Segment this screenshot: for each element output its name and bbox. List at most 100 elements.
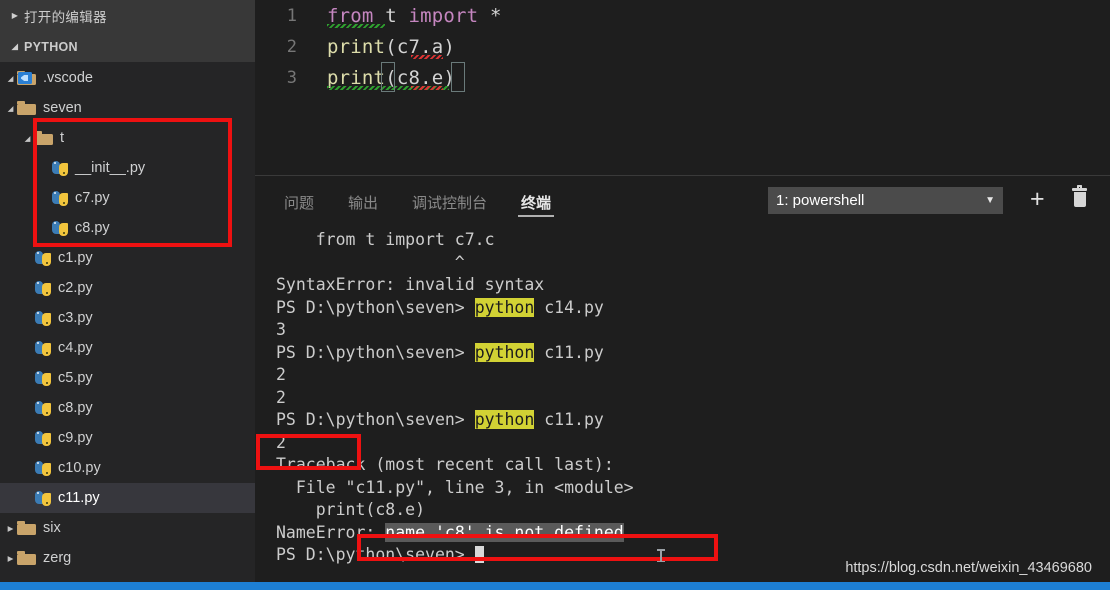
twisty-spacer: ▶ (21, 404, 34, 413)
chevron-right-icon[interactable]: ▶ (4, 554, 17, 563)
terminal-text: PS D:\python\seven> (276, 410, 475, 429)
twisty-spacer: ▶ (21, 314, 34, 323)
bracket-match-close (451, 61, 465, 92)
tree-item-vscode[interactable]: ◢ .vscode (0, 63, 255, 93)
tree-item-label: c10.py (58, 459, 101, 476)
chevron-right-icon[interactable]: ▶ (4, 524, 17, 533)
warning-squiggle (327, 23, 385, 28)
python-file-icon (34, 400, 51, 417)
tree-item-label: .vscode (43, 69, 93, 86)
terminal-selector-dropdown[interactable]: 1: powershell ▼ (768, 187, 1003, 214)
python-file-icon (34, 280, 51, 297)
tree-item-label: c8.py (75, 219, 110, 236)
vscode-folder-icon (17, 71, 36, 85)
panel-tab-bar: 问题 输出 调试控制台 终端 1: powershell ▼ + (255, 176, 1110, 229)
python-file-icon (34, 370, 51, 387)
twisty-spacer: ▶ (21, 254, 34, 263)
file-tree: ◢.vscode◢seven◢t▶__init__.py▶c7.py▶c8.py… (0, 62, 255, 573)
tree-item-label: c9.py (58, 429, 93, 446)
code-editor[interactable]: 1 from t import * 2 print(c7.a) 3 print(c8.e) (255, 0, 1110, 175)
panel-tab-1[interactable]: 输出 (346, 186, 380, 219)
python-file-icon (34, 250, 51, 267)
tree-item-c2-py[interactable]: ▶ c2.py (0, 273, 255, 303)
tree-item-c3-py[interactable]: ▶ c3.py (0, 303, 255, 333)
terminal-text: File "c11.py", line 3, in <module> (276, 477, 634, 497)
chevron-down-icon[interactable]: ◢ (4, 74, 17, 83)
python-file-icon (34, 340, 51, 357)
tree-item-c11-py[interactable]: ▶ c11.py (0, 483, 255, 513)
tree-item-t[interactable]: ◢ t (0, 123, 255, 153)
tree-item-seven[interactable]: ◢ seven (0, 93, 255, 123)
code-line[interactable]: 1 from t import * (255, 0, 1110, 31)
terminal-line: from t import c7.c (276, 229, 1110, 252)
terminal-text: c14.py (534, 297, 604, 317)
tree-item-c8-py[interactable]: ▶ c8.py (0, 213, 255, 243)
terminal-line: 2 (276, 432, 1110, 455)
terminal-text: c11.py (534, 410, 604, 429)
code-text: print(c8.e) (327, 61, 465, 92)
open-editors-label: 打开的编辑器 (24, 9, 107, 25)
panel-tab-3[interactable]: 终端 (518, 186, 555, 219)
tree-item-label: c1.py (58, 249, 93, 266)
tree-item-label: c7.py (75, 189, 110, 206)
terminal-line: Traceback (most recent call last): (276, 454, 1110, 477)
tree-item-zerg[interactable]: ▶ zerg (0, 543, 255, 573)
tree-item-c10-py[interactable]: ▶ c10.py (0, 453, 255, 483)
twisty-spacer: ▶ (21, 374, 34, 383)
python-file-icon (51, 220, 68, 237)
twisty-spacer: ▶ (21, 464, 34, 473)
python-file-icon (34, 490, 51, 507)
terminal-text: 2 (276, 387, 286, 407)
vscode-window: ▶ 打开的编辑器 ◢ PYTHON ◢ .vscode ◢seven◢t▶__ini… (0, 0, 1110, 590)
panel-tab-label: 终端 (521, 195, 552, 212)
panel-tab-label: 调试控制台 (412, 195, 488, 212)
terminal-output[interactable]: from t import c7.c ^ SyntaxError: invalid… (255, 229, 1110, 583)
python-section-header[interactable]: ◢ PYTHON (0, 31, 255, 62)
terminal-line: PS D:\python\seven> python c14.py (276, 297, 1110, 320)
python-file-icon (34, 430, 51, 447)
tree-item-c9-py[interactable]: ▶ c9.py (0, 423, 255, 453)
status-bar (0, 582, 1110, 590)
plus-icon: + (1030, 185, 1045, 213)
panel-tab-label: 输出 (348, 195, 379, 212)
new-terminal-button[interactable]: + (1030, 185, 1045, 213)
open-editors-section-header[interactable]: ▶ 打开的编辑器 (0, 0, 255, 31)
text-cursor-icon (657, 549, 665, 562)
tree-item-c7-py[interactable]: ▶ c7.py (0, 183, 255, 213)
chevron-down-icon[interactable]: ◢ (21, 134, 34, 143)
terminal-text: NameError: (276, 522, 386, 542)
tree-item-six[interactable]: ▶ six (0, 513, 255, 543)
chevron-down-icon[interactable]: ◢ (4, 104, 17, 113)
terminal-line: File "c11.py", line 3, in <module> (276, 477, 1110, 500)
terminal-line: print(c8.e) (276, 499, 1110, 522)
tree-item-c4-py[interactable]: ▶ c4.py (0, 333, 255, 363)
tree-item-c1-py[interactable]: ▶ c1.py (0, 243, 255, 273)
panel-tab-0[interactable]: 问题 (282, 186, 316, 219)
terminal-selector-value: 1: powershell (776, 192, 865, 209)
line-number: 2 (286, 36, 297, 57)
tree-item-label: six (43, 519, 61, 536)
terminal-line: ^ (276, 252, 1110, 275)
code-token: print (327, 35, 386, 58)
code-line[interactable]: 2 print(c7.a) (255, 31, 1110, 62)
panel-tab-2[interactable]: 调试控制台 (410, 186, 489, 219)
folder-icon (17, 521, 36, 535)
tree-item-init-py[interactable]: ▶ __init__.py (0, 153, 255, 183)
terminal-text: PS D:\python\seven> (276, 545, 475, 564)
code-token: * (478, 4, 502, 27)
tree-item-label: zerg (43, 549, 72, 566)
terminal-text: ^ (276, 252, 465, 272)
terminal-line: 2 (276, 387, 1110, 410)
tree-item-c5-py[interactable]: ▶ c5.py (0, 363, 255, 393)
explorer-sidebar: ▶ 打开的编辑器 ◢ PYTHON ◢ .vscode ◢seven◢t▶__ini… (0, 0, 255, 582)
tree-item-c8-py[interactable]: ▶ c8.py (0, 393, 255, 423)
line-number: 1 (286, 5, 297, 26)
code-line[interactable]: 3 print(c8.e) (255, 61, 1110, 93)
bracket-match-open (381, 61, 395, 92)
python-section-label: PYTHON (24, 39, 78, 54)
terminal-text: 2 (276, 432, 286, 452)
terminal-line: 3 (276, 319, 1110, 342)
twisty-spacer: ▶ (38, 194, 51, 203)
terminal-text: 2 (276, 365, 286, 384)
terminal-text: c11.py (534, 342, 604, 362)
